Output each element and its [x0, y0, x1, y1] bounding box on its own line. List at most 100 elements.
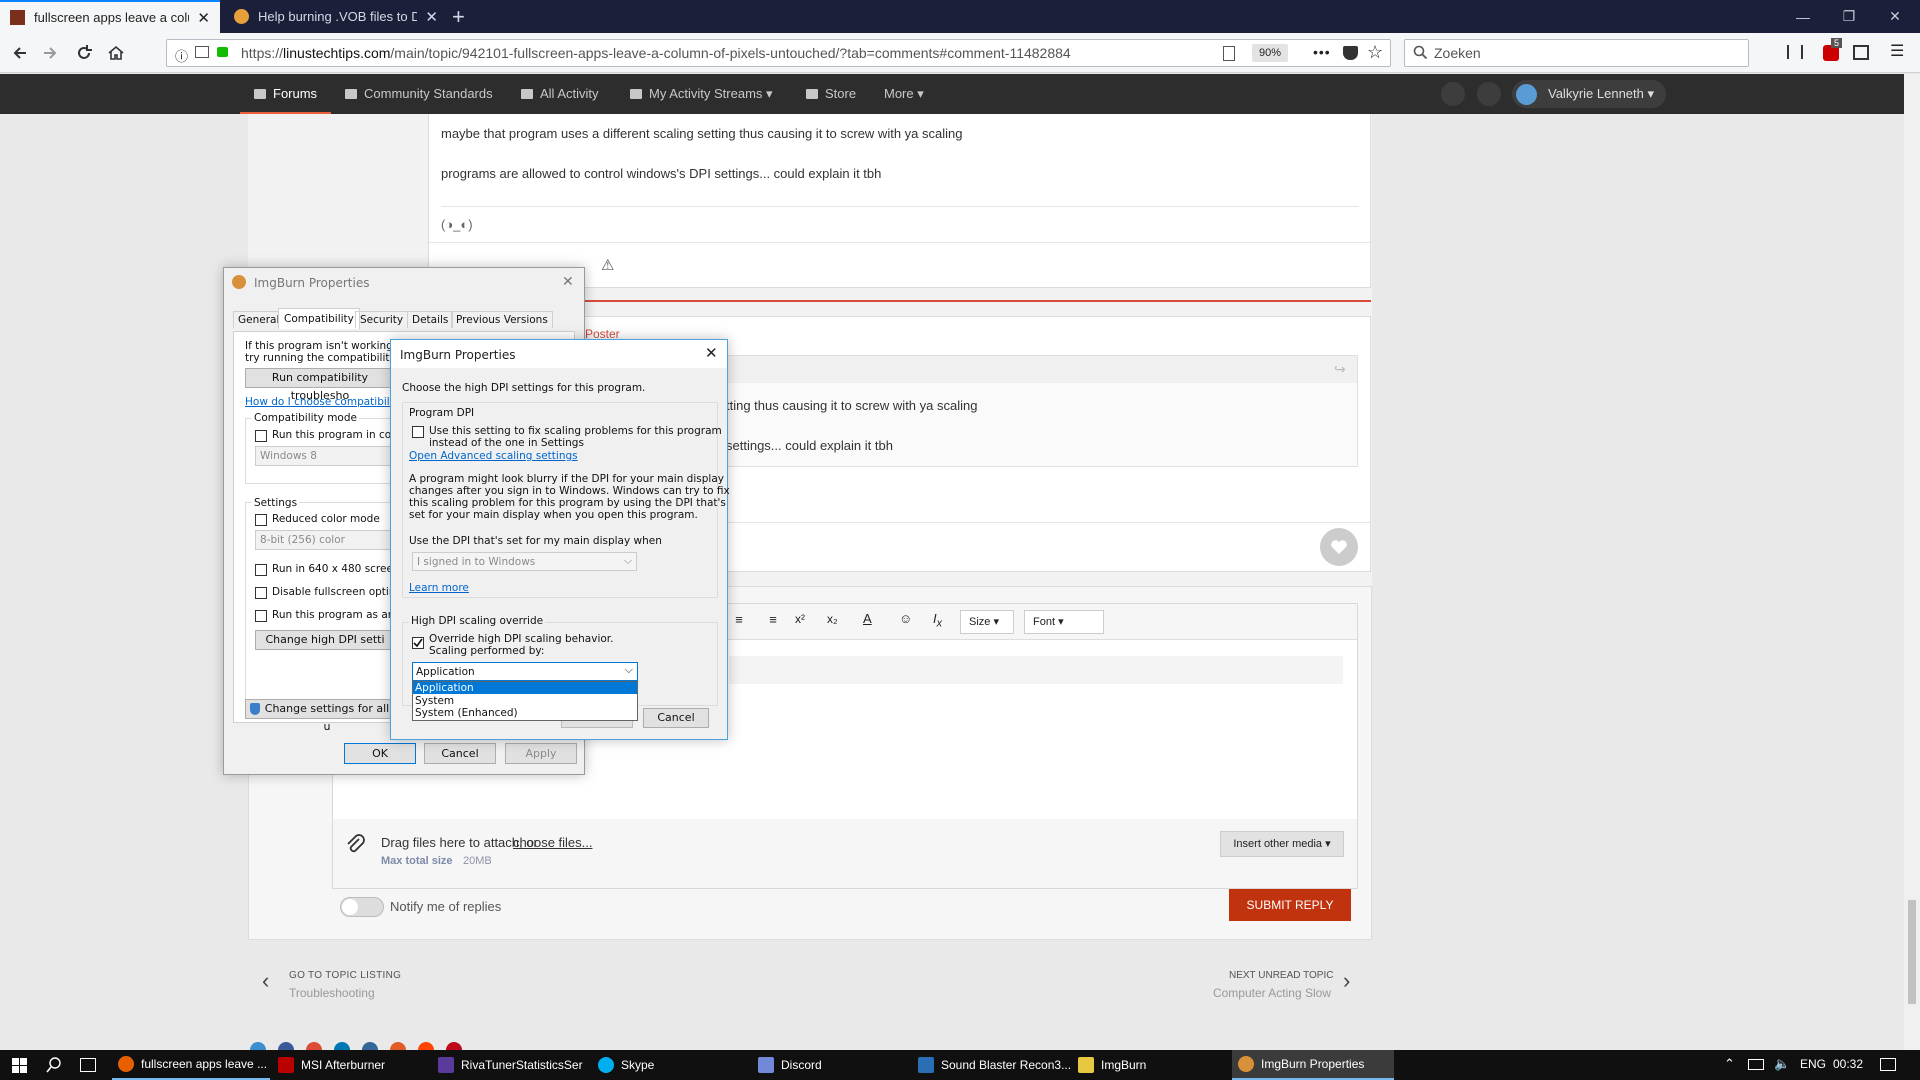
share-icon[interactable]: ↪: [1334, 361, 1346, 378]
scrollbar-thumb[interactable]: [1908, 900, 1916, 1004]
like-button[interactable]: [1320, 528, 1358, 566]
tab-general[interactable]: General: [233, 311, 285, 328]
tab-details[interactable]: Details: [407, 311, 454, 328]
report-post-icon[interactable]: ⚠: [601, 256, 614, 274]
scaling-select[interactable]: Application ⌵: [412, 662, 638, 681]
address-bar[interactable]: ⓘ https://linustechtips.com/main/topic/9…: [166, 39, 1391, 67]
next-topic-title[interactable]: Computer Acting Slow: [1200, 986, 1331, 1000]
taskbar-item-imgburn[interactable]: ImgBurn: [1072, 1050, 1230, 1080]
new-tab-button[interactable]: +: [452, 4, 465, 30]
tray-chevron-up-icon[interactable]: ⌃: [1724, 1056, 1735, 1072]
subscript-icon[interactable]: x₂: [827, 612, 838, 626]
search-bar[interactable]: Zoeken: [1404, 39, 1749, 67]
home-button[interactable]: [104, 41, 128, 65]
option-application[interactable]: Application: [413, 682, 637, 694]
adblock-icon[interactable]: 5: [1823, 38, 1843, 61]
tab-compatibility[interactable]: Compatibility: [278, 308, 360, 329]
apply-button[interactable]: Apply: [505, 743, 577, 764]
option-system[interactable]: System: [413, 695, 637, 707]
taskbar-item-afterburner[interactable]: MSI Afterburner: [272, 1050, 430, 1080]
program-dpi-checkbox[interactable]: [412, 426, 424, 438]
url-text[interactable]: https://linustechtips.com/main/topic/942…: [241, 45, 1071, 61]
reader-view-icon[interactable]: [1223, 46, 1235, 61]
learn-more-link[interactable]: Learn more: [409, 582, 469, 594]
page-scrollbar[interactable]: [1904, 74, 1920, 1050]
taskbar-item-rivatuner[interactable]: RivaTunerStatisticsSer: [432, 1050, 590, 1080]
notify-toggle[interactable]: [340, 897, 384, 917]
advanced-scaling-link[interactable]: Open Advanced scaling settings: [409, 450, 578, 462]
font-dropdown[interactable]: Font ▾: [1024, 610, 1104, 634]
attach-area[interactable]: Drag files here to attach, or choose fil…: [332, 819, 1358, 889]
close-window-button[interactable]: ✕: [1872, 0, 1918, 33]
prev-chevron-icon[interactable]: ‹: [262, 968, 269, 994]
back-button[interactable]: [8, 41, 32, 65]
notifications-bell-icon[interactable]: [1441, 82, 1465, 106]
tab-security[interactable]: Security: [355, 311, 409, 328]
permissions-icon[interactable]: [195, 46, 209, 58]
bookmark-star-icon[interactable]: ☆: [1367, 42, 1383, 63]
run-640-checkbox[interactable]: [255, 564, 267, 576]
windows-start-icon[interactable]: [12, 1058, 27, 1073]
taskbar-item-imgburn-properties[interactable]: ImgBurn Properties: [1232, 1050, 1394, 1080]
align-center-icon[interactable]: ≡: [763, 612, 783, 632]
run-admin-checkbox[interactable]: [255, 610, 267, 622]
cancel-button[interactable]: Cancel: [424, 743, 496, 764]
close-tab-icon[interactable]: ✕: [197, 9, 210, 27]
page-actions-icon[interactable]: •••: [1313, 44, 1331, 60]
close-tab-icon[interactable]: ✕: [425, 8, 438, 26]
tab-previous-versions[interactable]: Previous Versions: [451, 311, 553, 328]
run-troubleshooter-button[interactable]: Run compatibility troublesho: [245, 368, 395, 402]
choose-settings-link[interactable]: How do I choose compatibility: [245, 396, 403, 408]
choose-files-link[interactable]: choose files...: [513, 835, 593, 850]
search-icon[interactable]: [46, 1057, 62, 1073]
align-left-icon[interactable]: ≡: [729, 612, 749, 632]
forward-button[interactable]: [38, 41, 62, 65]
close-icon[interactable]: ✕: [562, 273, 574, 290]
nav-forums[interactable]: Forums: [240, 74, 332, 114]
browser-tab[interactable]: Help burning .VOB files to DVD ✕: [224, 0, 448, 33]
volume-icon[interactable]: 🔈: [1774, 1056, 1790, 1072]
prev-topic-label[interactable]: GO TO TOPIC LISTING: [289, 970, 401, 981]
sidebar-icon[interactable]: [1853, 45, 1869, 60]
close-icon[interactable]: ✕: [705, 344, 718, 362]
network-icon[interactable]: [1748, 1059, 1764, 1070]
emoji-icon[interactable]: ☺: [899, 611, 912, 626]
task-view-icon[interactable]: [80, 1058, 96, 1072]
compat-mode-checkbox[interactable]: [255, 430, 267, 442]
text-color-icon[interactable]: A: [863, 611, 872, 626]
change-dpi-button[interactable]: Change high DPI setti: [255, 630, 395, 650]
nav-my-activity-streams[interactable]: My Activity Streams ▾: [630, 74, 773, 114]
nav-more[interactable]: More ▾: [884, 74, 924, 114]
clear-format-icon[interactable]: Ix: [933, 611, 942, 630]
lock-icon[interactable]: [217, 47, 228, 57]
user-menu[interactable]: Valkyrie Lenneth ▾: [1512, 80, 1667, 108]
dpi-cancel-button[interactable]: Cancel: [643, 708, 709, 728]
nav-community-standards[interactable]: Community Standards: [345, 74, 493, 114]
override-checkbox[interactable]: [412, 637, 424, 649]
nav-all-activity[interactable]: All Activity: [521, 74, 599, 114]
insert-media-button[interactable]: Insert other media ▾: [1220, 831, 1344, 857]
taskbar-item-discord[interactable]: Discord: [752, 1050, 910, 1080]
ok-button[interactable]: OK: [344, 743, 416, 764]
language-indicator[interactable]: ENG: [1800, 1057, 1826, 1071]
reload-button[interactable]: [72, 41, 96, 65]
size-dropdown[interactable]: Size ▾: [960, 610, 1014, 634]
messages-icon[interactable]: [1477, 82, 1501, 106]
zoom-level[interactable]: 90%: [1252, 44, 1288, 62]
prev-topic-title[interactable]: Troubleshooting: [289, 986, 375, 1000]
change-all-users-button[interactable]: Change settings for all u: [245, 699, 395, 733]
minimize-button[interactable]: —: [1780, 0, 1826, 33]
browser-tab-active[interactable]: fullscreen apps leave a column of pixels…: [0, 0, 220, 33]
nav-store[interactable]: Store: [806, 74, 856, 114]
restore-button[interactable]: ❐: [1826, 0, 1872, 33]
clock[interactable]: 00:32: [1833, 1057, 1863, 1071]
taskbar-item-firefox[interactable]: fullscreen apps leave ...: [112, 1050, 270, 1080]
taskbar-item-sound-blaster[interactable]: Sound Blaster Recon3...: [912, 1050, 1070, 1080]
library-icon[interactable]: [1787, 45, 1803, 59]
reduced-color-checkbox[interactable]: [255, 514, 267, 526]
color-depth-select[interactable]: 8-bit (256) color: [255, 530, 395, 550]
signed-in-select[interactable]: I signed in to Windows ⌵: [412, 552, 637, 571]
pocket-icon[interactable]: [1343, 46, 1358, 60]
superscript-icon[interactable]: x²: [795, 612, 805, 626]
submit-reply-button[interactable]: SUBMIT REPLY: [1229, 889, 1351, 921]
